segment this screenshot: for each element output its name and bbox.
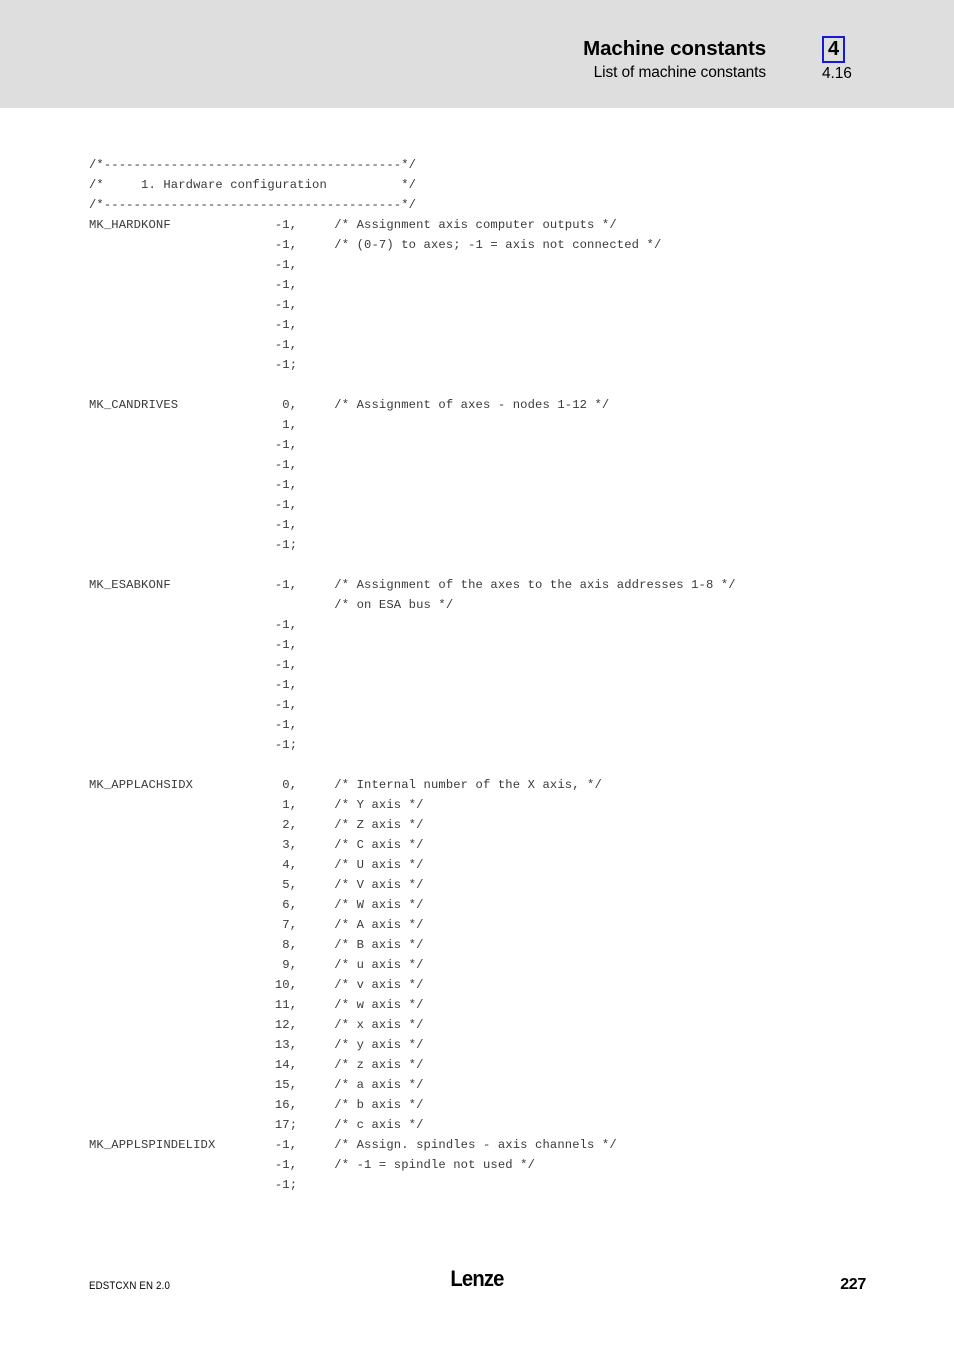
- code-line: 11, /* w axis */: [89, 998, 424, 1012]
- code-line: -1,: [89, 438, 298, 452]
- code-line: -1,: [89, 298, 298, 312]
- code-line: -1,: [89, 258, 298, 272]
- code-line: 1, /* Y axis */: [89, 798, 424, 812]
- code-line: -1,: [89, 478, 298, 492]
- footer-page-number: 227: [840, 1276, 866, 1293]
- code-line: /*--------------------------------------…: [89, 158, 417, 172]
- code-line: -1;: [89, 738, 298, 752]
- code-line: 13, /* y axis */: [89, 1038, 424, 1052]
- code-line: -1;: [89, 1178, 298, 1192]
- code-line: -1,: [89, 618, 298, 632]
- code-line: MK_HARDKONF -1, /* Assignment axis compu…: [89, 218, 617, 232]
- code-line: -1,: [89, 278, 298, 292]
- page-header-band: Machine constants List of machine consta…: [0, 0, 954, 108]
- code-line: 7, /* A axis */: [89, 918, 424, 932]
- code-line: -1, /* -1 = spindle not used */: [89, 1158, 536, 1172]
- page-title: Machine constants: [583, 37, 766, 60]
- code-line: 4, /* U axis */: [89, 858, 424, 872]
- code-listing: /*--------------------------------------…: [89, 155, 736, 1195]
- code-line: /* 1. Hardware configuration */: [89, 178, 417, 192]
- code-line: /* on ESA bus */: [89, 598, 454, 612]
- code-line: 2, /* Z axis */: [89, 818, 424, 832]
- code-line: -1,: [89, 698, 298, 712]
- chapter-badge-wrap: 4: [800, 36, 892, 63]
- code-line: -1;: [89, 358, 298, 372]
- code-line: 14, /* z axis */: [89, 1058, 424, 1072]
- code-line: -1, /* (0-7) to axes; -1 = axis not conn…: [89, 238, 662, 252]
- chapter-badge: 4: [822, 36, 845, 63]
- code-line: -1,: [89, 678, 298, 692]
- page-header-content: Machine constants List of machine consta…: [0, 36, 954, 92]
- code-line: -1,: [89, 518, 298, 532]
- code-line: -1,: [89, 658, 298, 672]
- code-line: 15, /* a axis */: [89, 1078, 424, 1092]
- page-footer: EDSTCXN EN 2.0 Lenze 227: [0, 1266, 954, 1306]
- code-line: MK_APPLACHSIDX 0, /* Internal number of …: [89, 778, 602, 792]
- code-line: 17; /* c axis */: [89, 1118, 424, 1132]
- code-line: MK_CANDRIVES 0, /* Assignment of axes - …: [89, 398, 610, 412]
- code-line: 1,: [89, 418, 298, 432]
- code-line: -1,: [89, 498, 298, 512]
- page-header-numbering: 4 4.16: [800, 36, 892, 85]
- code-line: MK_ESABKONF -1, /* Assignment of the axe…: [89, 578, 736, 592]
- code-line: 5, /* V axis */: [89, 878, 424, 892]
- code-line: -1;: [89, 538, 298, 552]
- code-line: -1,: [89, 638, 298, 652]
- code-line: -1,: [89, 718, 298, 732]
- lenze-logo: Lenze: [450, 1266, 504, 1291]
- code-line: -1,: [89, 338, 298, 352]
- code-line: 6, /* W axis */: [89, 898, 424, 912]
- code-line: 9, /* u axis */: [89, 958, 424, 972]
- code-line: /*--------------------------------------…: [89, 198, 417, 212]
- code-line: 12, /* x axis */: [89, 1018, 424, 1032]
- code-line: MK_APPLSPINDELIDX -1, /* Assign. spindle…: [89, 1138, 617, 1152]
- code-line: 3, /* C axis */: [89, 838, 424, 852]
- code-line: 8, /* B axis */: [89, 938, 424, 952]
- page-subtitle: List of machine constants: [593, 64, 767, 81]
- section-number: 4.16: [822, 65, 852, 82]
- code-line: 10, /* v axis */: [89, 978, 424, 992]
- page-header-titles: Machine constants List of machine consta…: [0, 36, 766, 84]
- code-line: 16, /* b axis */: [89, 1098, 424, 1112]
- code-line: -1,: [89, 318, 298, 332]
- code-line: -1,: [89, 458, 298, 472]
